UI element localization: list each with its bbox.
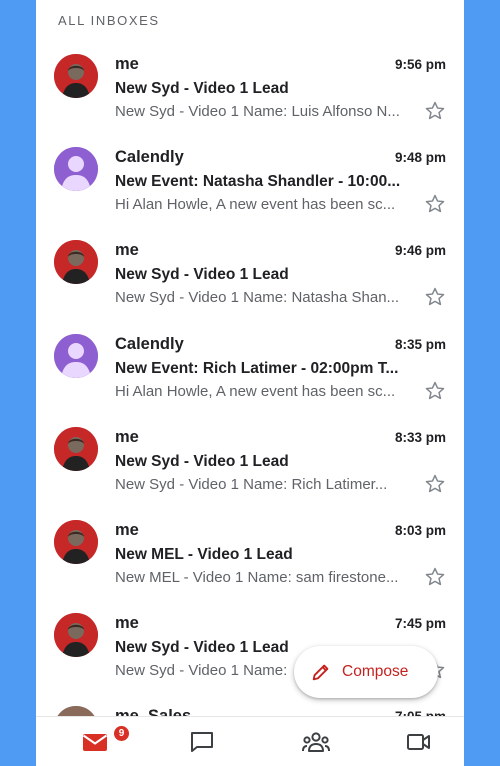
snippet: New MEL - Video 1 Name: sam firestone... [115, 568, 399, 586]
email-row[interactable]: Calendly 8:35 pm New Event: Rich Latimer… [36, 320, 464, 413]
sender: Calendly [115, 334, 184, 353]
section-header: ALL INBOXES [58, 13, 160, 28]
pencil-icon [312, 664, 329, 681]
person-photo-icon [54, 613, 98, 658]
time: 9:48 pm [394, 150, 446, 166]
bottom-nav: 9 [36, 716, 464, 766]
time: 7:45 pm [394, 616, 446, 632]
compose-label: Compose [342, 663, 409, 680]
star-icon[interactable] [424, 566, 446, 588]
snippet: New Syd - Video 1 Name: Luis Alfonso N..… [115, 103, 400, 120]
person-photo-icon [54, 54, 98, 98]
snippet: Hi Alan Howle, A new event has been sc..… [115, 196, 396, 214]
time: 9:56 pm [394, 57, 446, 72]
star-icon[interactable] [424, 380, 446, 402]
star-icon[interactable] [424, 100, 446, 122]
subject: New Syd - Video 1 Lead [115, 266, 289, 284]
subject: New Event: Rich Latimer - 02:00pm T... [115, 359, 399, 377]
person-photo-icon [54, 519, 98, 564]
subject: New MEL - Video 1 Lead [115, 545, 293, 563]
time: 9:46 pm [394, 243, 446, 259]
sender: Calendly [115, 148, 184, 167]
sender: me [115, 520, 139, 539]
sender: me [115, 55, 139, 73]
person-generic-icon [54, 147, 98, 192]
snippet: New Syd - Video 1 Name: Natasha Shan... [115, 289, 400, 307]
avatar[interactable] [54, 519, 98, 564]
avatar[interactable] [54, 613, 98, 658]
email-row[interactable]: Calendly 9:48 pm New Event: Natasha Shan… [36, 133, 464, 226]
chat-icon [191, 732, 213, 752]
sender: me [115, 427, 139, 446]
subject: New Syd - Video 1 Lead [115, 80, 289, 97]
sender: me [115, 241, 139, 260]
snippet: New Syd - Video 1 Name: Rich Latimer... [115, 475, 388, 493]
email-row[interactable]: me 9:56 pm New Syd - Video 1 Lead New Sy… [36, 40, 464, 133]
inbox-screen: ALL INBOXES me 9:56 pm New Syd - Video 1… [36, 0, 464, 766]
nav-meet[interactable] [378, 717, 458, 766]
avatar[interactable] [54, 240, 98, 285]
nav-spaces[interactable] [274, 717, 354, 766]
snippet: Hi Alan Howle, A new event has been sc..… [115, 382, 396, 400]
video-icon [407, 734, 430, 750]
nav-mail[interactable]: 9 [54, 717, 134, 766]
nav-chat[interactable] [162, 717, 242, 766]
subject: New Event: Natasha Shandler - 10:00... [115, 173, 401, 191]
time: 8:33 pm [394, 429, 446, 445]
star-icon[interactable] [424, 286, 446, 308]
sender: me [115, 614, 139, 633]
people-icon [302, 732, 330, 752]
person-generic-icon [54, 333, 98, 378]
person-photo-icon [54, 240, 98, 285]
time: 8:03 pm [394, 522, 446, 538]
avatar[interactable] [54, 426, 98, 471]
mail-badge: 9 [114, 726, 129, 741]
person-photo-icon [54, 426, 98, 471]
star-icon[interactable] [424, 193, 446, 215]
email-row[interactable]: me 9:46 pm New Syd - Video 1 Lead New Sy… [36, 226, 464, 319]
compose-button[interactable]: Compose [294, 646, 438, 698]
time: 8:35 pm [394, 336, 446, 352]
avatar[interactable] [54, 54, 98, 98]
avatar[interactable] [54, 147, 98, 192]
avatar[interactable] [54, 333, 98, 378]
subject: New Syd - Video 1 Lead [115, 452, 289, 470]
email-row[interactable]: me 8:03 pm New MEL - Video 1 Lead New ME… [36, 506, 464, 599]
email-row[interactable]: me 8:33 pm New Syd - Video 1 Lead New Sy… [36, 413, 464, 506]
mail-icon [82, 734, 108, 751]
star-icon[interactable] [424, 473, 446, 495]
